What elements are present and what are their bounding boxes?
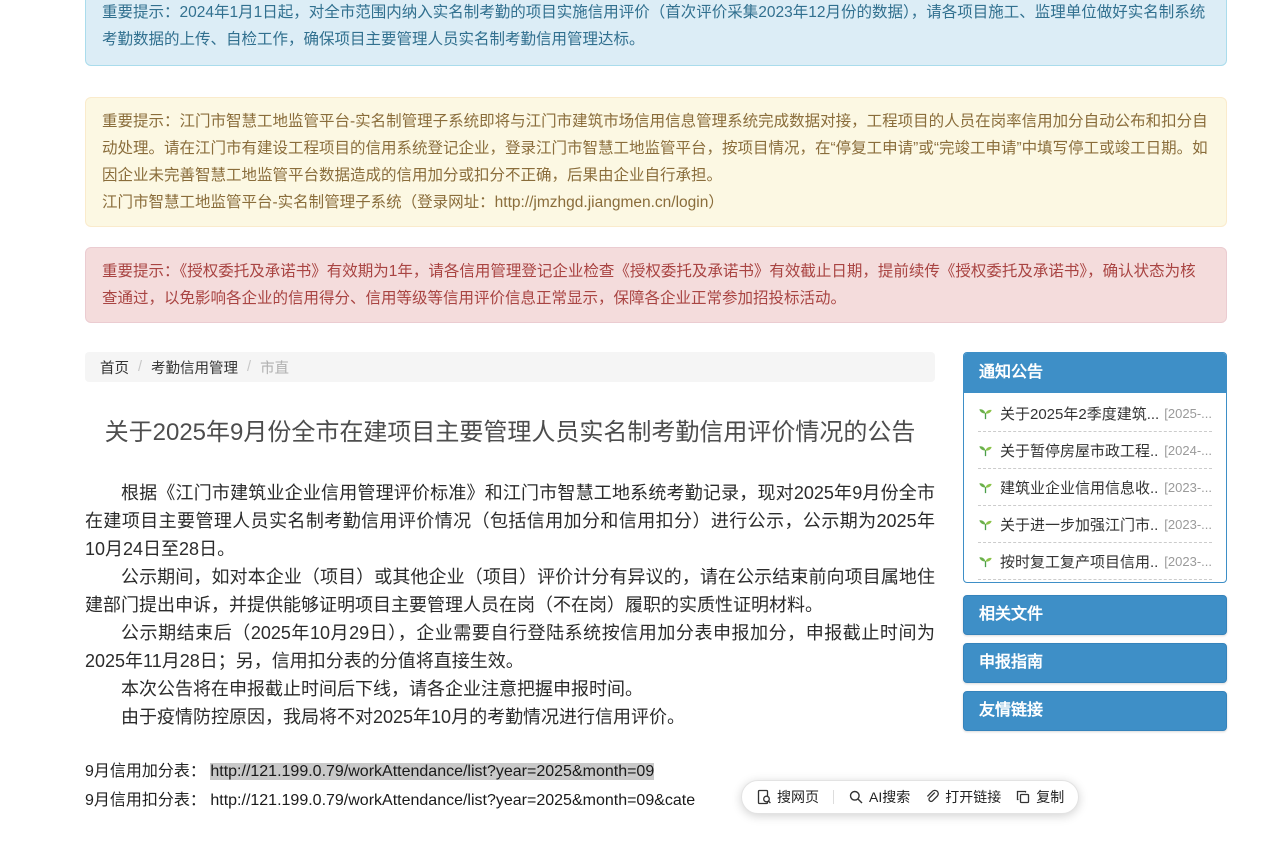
search-page-button[interactable]: 搜网页: [756, 787, 819, 807]
list-item[interactable]: 关于2025年2季度建筑... [2025-...: [978, 395, 1212, 432]
copy-icon: [1015, 789, 1031, 805]
sidebar-item-friendly-links[interactable]: 友情链接: [963, 691, 1227, 731]
notice-panel: 通知公告 关于2025年2季度建筑... [2025-...: [963, 352, 1227, 583]
alert-warning-text: 重要提示：江门市智慧工地监管平台-实名制管理子系统即将与江门市建筑市场信用信息管…: [102, 108, 1210, 189]
paragraph: 公示期结束后（2025年10月29日），企业需要自行登陆系统按信用加分表申报加分…: [85, 619, 935, 675]
breadcrumb-section[interactable]: 考勤信用管理: [151, 357, 238, 378]
copy-button[interactable]: 复制: [1015, 787, 1064, 807]
sprout-icon: [978, 443, 994, 458]
breadcrumb: 首页 / 考勤信用管理 / 市直: [85, 352, 935, 382]
deduction-table-label: 9月信用扣分表：: [85, 792, 206, 809]
notice-date: [2025-...: [1164, 406, 1212, 421]
content-container: 重要提示：2024年1月1日起，对全市范围内纳入实名制考勤的项目实施信用评价（首…: [85, 0, 1227, 815]
bonus-table-label: 9月信用加分表：: [85, 763, 206, 780]
ai-search-label: AI搜索: [869, 787, 910, 807]
alert-info: 重要提示：2024年1月1日起，对全市范围内纳入实名制考勤的项目实施信用评价（首…: [85, 0, 1227, 66]
selection-toolbar: 搜网页 AI搜索 打开链接: [741, 780, 1079, 814]
open-link-label: 打开链接: [945, 787, 1001, 807]
breadcrumb-home[interactable]: 首页: [100, 357, 129, 378]
search-page-label: 搜网页: [777, 787, 819, 807]
open-link-button[interactable]: 打开链接: [924, 787, 1001, 807]
paragraph: 根据《江门市建筑业企业信用管理评价标准》和江门市智慧工地系统考勤记录，现对202…: [85, 479, 935, 563]
notice-panel-header[interactable]: 通知公告: [964, 353, 1226, 393]
notice-date: [2023-...: [1164, 480, 1212, 495]
sidebar: 通知公告 关于2025年2季度建筑... [2025-...: [963, 352, 1227, 815]
search-page-icon: [756, 789, 772, 805]
notice-list: 关于2025年2季度建筑... [2025-... 关于暂停房屋市政工程... …: [964, 393, 1226, 582]
sidebar-item-related-files[interactable]: 相关文件: [963, 595, 1227, 635]
list-item[interactable]: 关于暂停房屋市政工程... [2024-...: [978, 432, 1212, 469]
notice-title: 关于2025年2季度建筑...: [1000, 403, 1158, 424]
alert-warning-login-line: 江门市智慧工地监管平台-实名制管理子系统（登录网址：http://jmzhgd.…: [102, 189, 1210, 216]
paragraph: 公示期间，如对本企业（项目）或其他企业（项目）评价计分有异议的，请在公示结束前向…: [85, 563, 935, 619]
sprout-icon: [978, 480, 994, 495]
bonus-table-url: http://121.199.0.79/workAttendance/list?…: [210, 763, 654, 780]
copy-label: 复制: [1036, 787, 1064, 807]
link-icon: [924, 789, 940, 805]
alert-info-text: 重要提示：2024年1月1日起，对全市范围内纳入实名制考勤的项目实施信用评价（首…: [102, 4, 1205, 48]
sidebar-item-declare-guide[interactable]: 申报指南: [963, 643, 1227, 683]
page: 重要提示：2024年1月1日起，对全市范围内纳入实名制考勤的项目实施信用评价（首…: [0, 0, 1285, 842]
notice-title: 关于进一步加强江门市...: [1000, 514, 1158, 535]
breadcrumb-separator: /: [138, 359, 142, 375]
alert-warning: 重要提示：江门市智慧工地监管平台-实名制管理子系统即将与江门市建筑市场信用信息管…: [85, 97, 1227, 227]
breadcrumb-separator: /: [247, 359, 251, 375]
main-column: 首页 / 考勤信用管理 / 市直 关于2025年9月份全市在建项目主要管理人员实…: [85, 352, 935, 815]
notice-date: [2024-...: [1164, 443, 1212, 458]
page-title: 关于2025年9月份全市在建项目主要管理人员实名制考勤信用评价情况的公告: [85, 415, 935, 451]
notice-title: 建筑业企业信用信息收...: [1000, 477, 1158, 498]
article-body: 根据《江门市建筑业企业信用管理评价标准》和江门市智慧工地系统考勤记录，现对202…: [85, 479, 935, 731]
notice-title: 按时复工复产项目信用...: [1000, 551, 1158, 572]
alert-danger: 重要提示：《授权委托及承诺书》有效期为1年，请各信用管理登记企业检查《授权委托及…: [85, 247, 1227, 323]
breadcrumb-current: 市直: [260, 357, 289, 378]
list-item[interactable]: 建筑业企业信用信息收... [2023-...: [978, 469, 1212, 506]
notice-date: [2023-...: [1164, 517, 1212, 532]
sprout-icon: [978, 554, 994, 569]
notice-title: 关于暂停房屋市政工程...: [1000, 440, 1158, 461]
magnifier-icon: [848, 789, 864, 805]
sprout-icon: [978, 517, 994, 532]
alert-danger-text: 重要提示：《授权委托及承诺书》有效期为1年，请各信用管理登记企业检查《授权委托及…: [102, 263, 1196, 307]
deduction-table-url: http://121.199.0.79/workAttendance/list?…: [210, 792, 695, 809]
ai-search-button[interactable]: AI搜索: [848, 787, 910, 807]
list-item[interactable]: 按时复工复产项目信用... [2023-...: [978, 543, 1212, 580]
paragraph: 由于疫情防控原因，我局将不对2025年10月的考勤情况进行信用评价。: [85, 703, 935, 731]
toolbar-divider: [833, 790, 834, 804]
paragraph: 本次公告将在申报截止时间后下线，请各企业注意把握申报时间。: [85, 675, 935, 703]
list-item[interactable]: 关于进一步加强江门市... [2023-...: [978, 506, 1212, 543]
notice-date: [2023-...: [1164, 554, 1212, 569]
sprout-icon: [978, 406, 994, 421]
